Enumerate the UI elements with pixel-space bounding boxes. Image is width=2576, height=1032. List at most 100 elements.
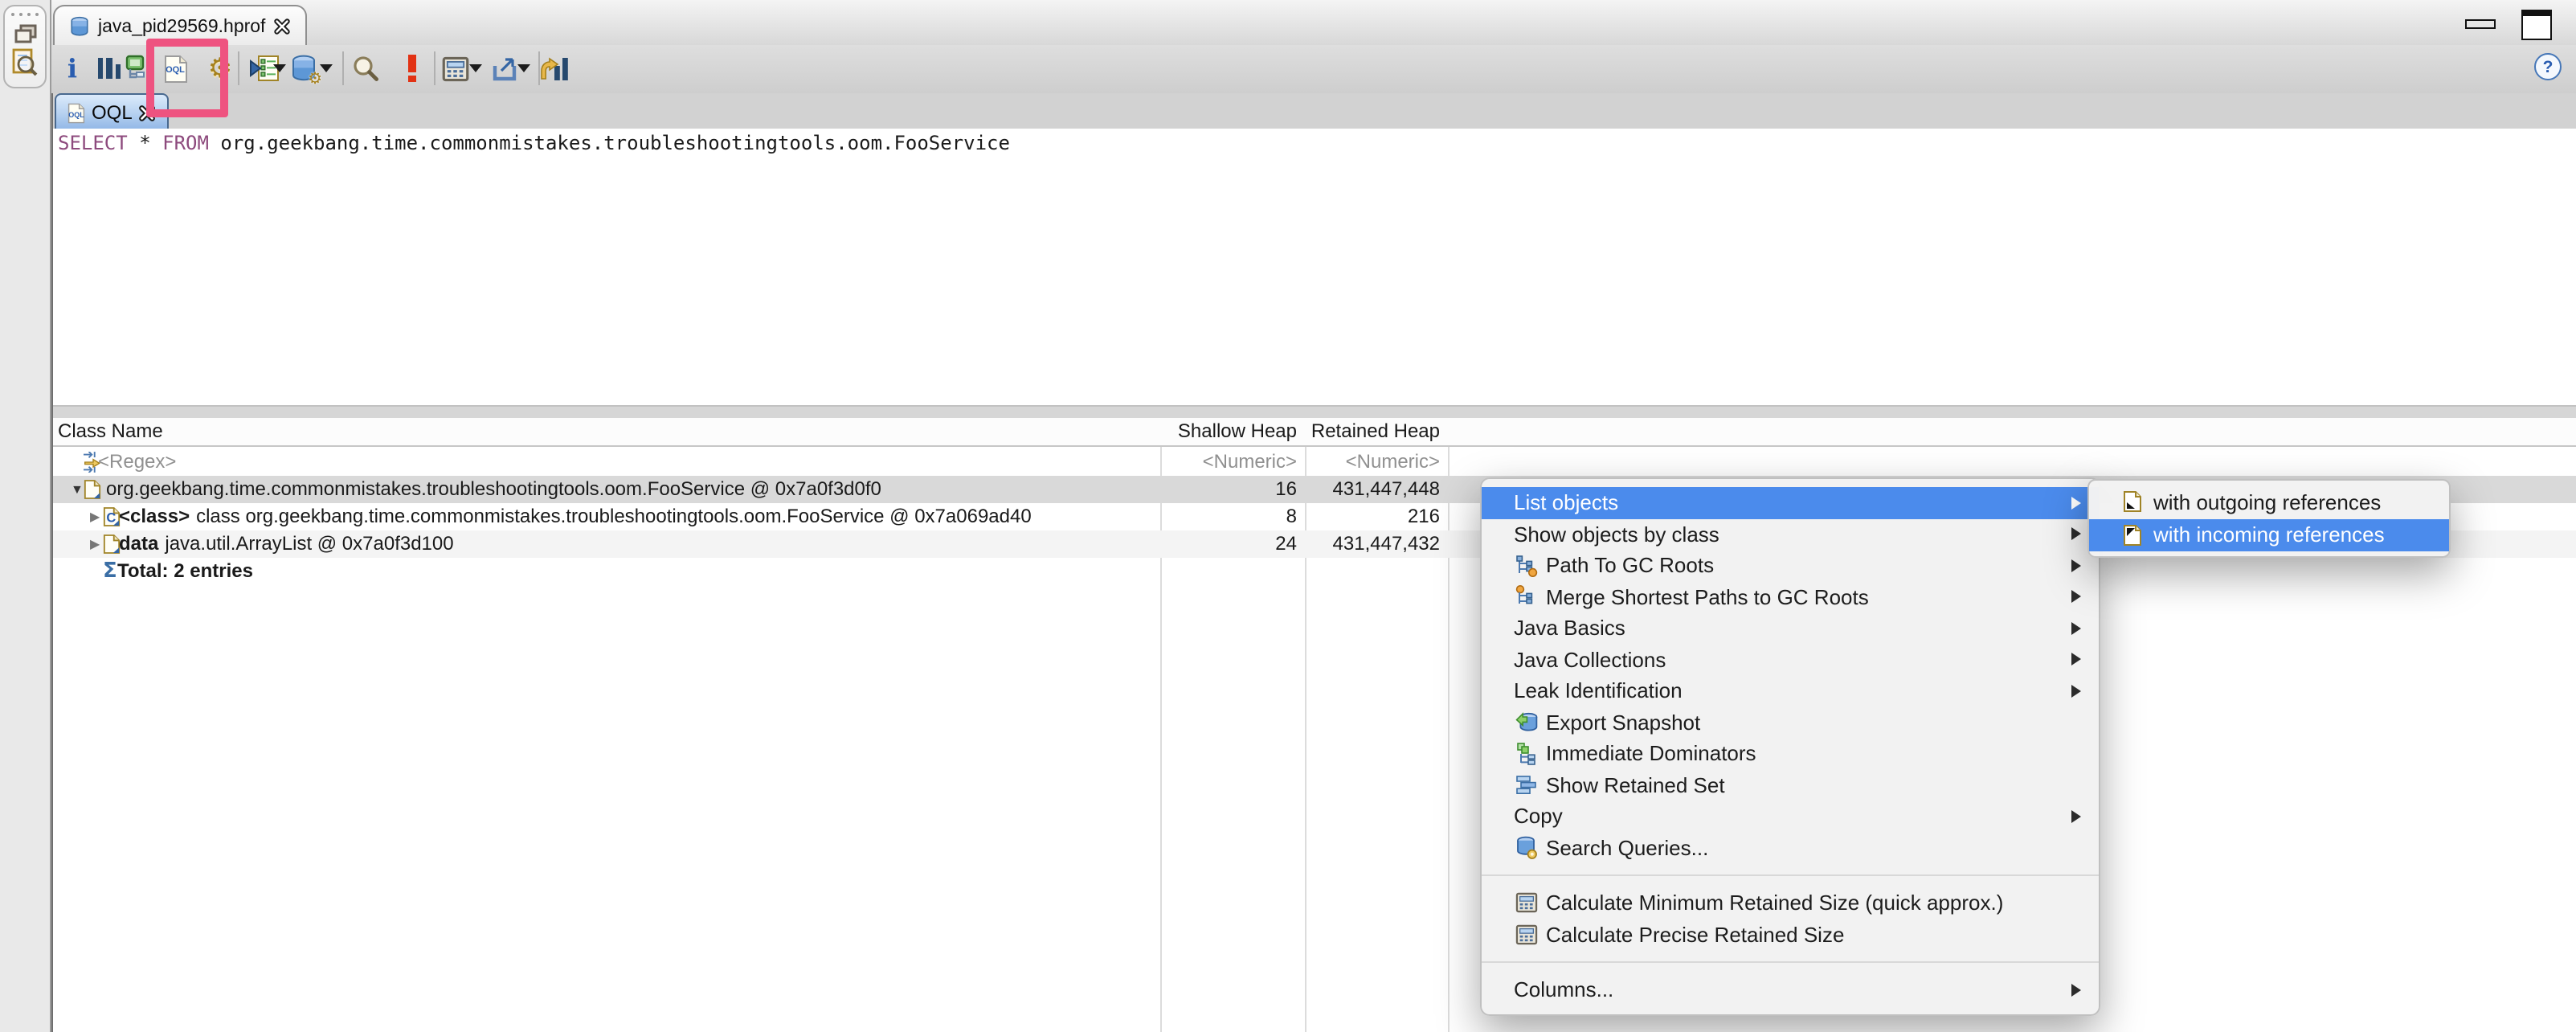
- toolbar-separator: [434, 51, 435, 85]
- search-button[interactable]: [347, 50, 382, 87]
- submenu-arrow-icon: [2071, 527, 2081, 541]
- expand-collapse-icon[interactable]: ▶: [90, 530, 100, 558]
- shallow-heap-value: 24: [1275, 532, 1297, 555]
- menu-item-java-collections[interactable]: Java Collections: [1482, 644, 2099, 675]
- retained-heap-value: 431,447,432: [1332, 532, 1440, 555]
- search-icon: [351, 55, 378, 82]
- query-browser-dropdown-icon[interactable]: [320, 64, 333, 79]
- maximize-button[interactable]: [2521, 10, 2552, 40]
- total-label: Total: 2 entries: [117, 559, 253, 582]
- annotation-highlight-box: [146, 39, 228, 117]
- minimize-button[interactable]: [2465, 19, 2496, 29]
- menu-item-show-retained-set[interactable]: Show Retained Set: [1482, 769, 2099, 801]
- compare-icon: [539, 55, 570, 81]
- menu-item-java-basics[interactable]: Java Basics: [1482, 612, 2099, 644]
- filter-row: <Regex> <Numeric> <Numeric>: [53, 447, 2576, 476]
- context-menu: List objects Show objects by class Path …: [1480, 477, 2100, 1015]
- menu-item-immediate-dominators[interactable]: Immediate Dominators: [1482, 738, 2099, 769]
- sum-icon: Σ: [103, 559, 117, 584]
- submenu-arrow-icon: [2071, 621, 2081, 635]
- calculator-icon: [441, 55, 468, 81]
- submenu-arrow-icon: [2071, 590, 2081, 604]
- column-header-class-name[interactable]: Class Name: [53, 418, 1160, 445]
- heap-dump-overview-button[interactable]: i: [55, 50, 90, 87]
- submenu-arrow-icon: [2071, 496, 2081, 510]
- shallow-heap-filter-input[interactable]: <Numeric>: [1160, 447, 1305, 476]
- menu-item-calculate-precise-retained-size[interactable]: Calculate Precise Retained Size: [1482, 919, 2099, 950]
- object-instance-icon: [103, 530, 121, 558]
- shallow-heap-value: 16: [1275, 477, 1297, 500]
- mat-window: java_pid29569.hprof i OQL ⚙ ⚙ ? OQL OQL …: [0, 0, 2576, 1032]
- submenu-arrow-icon: [2071, 559, 2081, 572]
- toolbar-separator: [342, 51, 344, 85]
- expand-collapse-icon[interactable]: ▶: [90, 503, 100, 530]
- column-header-shallow-heap[interactable]: Shallow Heap: [1160, 418, 1305, 445]
- list-objects-submenu: with outgoing references with incoming r…: [2087, 479, 2451, 558]
- expand-collapse-icon[interactable]: ▼: [71, 476, 84, 503]
- retained-heap-filter-input[interactable]: <Numeric>: [1305, 447, 1448, 476]
- inspector-view-button[interactable]: [5, 48, 45, 79]
- oql-editor: SELECT * FROM org.geekbang.time.commonmi…: [51, 129, 2576, 1032]
- export-snapshot-icon: [1514, 711, 1539, 734]
- menu-item-export-snapshot[interactable]: Export Snapshot: [1482, 706, 2099, 738]
- run-report-dropdown-icon[interactable]: [273, 64, 286, 79]
- query-star: *: [139, 132, 151, 154]
- keyword-select: SELECT: [58, 132, 128, 154]
- merge-gc-roots-icon: [1514, 585, 1539, 608]
- calculator-icon: [1514, 893, 1539, 914]
- oql-view-tab-bar: OQL OQL: [51, 93, 2576, 130]
- menu-item-copy[interactable]: Copy: [1482, 801, 2099, 832]
- error-log-button[interactable]: [394, 50, 429, 87]
- class-icon: C: [103, 503, 121, 530]
- shallow-heap-value: 8: [1286, 505, 1297, 527]
- calculator-icon: [1514, 924, 1539, 945]
- incoming-references-icon: [2121, 524, 2144, 547]
- editor-tab-bar: java_pid29569.hprof: [51, 0, 2576, 47]
- immediate-dominators-icon: [1514, 742, 1539, 765]
- menu-separator: [1482, 961, 2099, 963]
- row-label: data java.util.ArrayList @ 0x7a0f3d100: [119, 532, 454, 555]
- inspector-icon: [11, 48, 39, 79]
- restore-view-button[interactable]: [5, 24, 45, 43]
- menu-item-path-to-gc-roots[interactable]: Path To GC Roots: [1482, 550, 2099, 581]
- export-icon: [490, 55, 519, 82]
- calculate-retained-size-button[interactable]: [437, 50, 472, 87]
- tab-label: java_pid29569.hprof: [98, 17, 266, 36]
- oql-doc-icon: OQL: [67, 102, 85, 123]
- restore-icon: [14, 24, 36, 43]
- help-icon: ?: [2542, 57, 2554, 76]
- menu-item-search-queries[interactable]: Search Queries...: [1482, 832, 2099, 863]
- toolbar: i OQL ⚙ ⚙ ?: [51, 45, 2576, 95]
- export-dropdown-icon[interactable]: [517, 64, 530, 79]
- menu-item-merge-shortest-paths[interactable]: Merge Shortest Paths to GC Roots: [1482, 581, 2099, 612]
- drag-handle-icon[interactable]: [5, 13, 45, 16]
- histogram-icon: [97, 58, 121, 79]
- oql-query-pane[interactable]: SELECT * FROM org.geekbang.time.commonmi…: [53, 129, 2576, 405]
- menu-item-show-objects-by-class[interactable]: Show objects by class: [1482, 518, 2099, 550]
- tab-close-icon[interactable]: [273, 18, 291, 35]
- keyword-from: FROM: [162, 132, 209, 154]
- search-queries-icon: [1514, 836, 1539, 860]
- help-button[interactable]: ?: [2534, 53, 2562, 80]
- submenu-arrow-icon: [2071, 809, 2081, 823]
- menu-item-columns[interactable]: Columns...: [1482, 974, 2099, 1005]
- submenu-item-with-outgoing-references[interactable]: with outgoing references: [2089, 485, 2449, 518]
- object-instance-icon: [84, 476, 101, 503]
- class-name-filter-input[interactable]: <Regex>: [98, 447, 176, 476]
- retained-heap-value: 431,447,448: [1332, 477, 1440, 500]
- menu-item-calculate-minimum-retained-size[interactable]: Calculate Minimum Retained Size (quick a…: [1482, 887, 2099, 919]
- oql-query-text: SELECT * FROM org.geekbang.time.commonmi…: [53, 129, 2576, 154]
- query-target-class: org.geekbang.time.commonmistakes.trouble…: [220, 132, 1010, 154]
- column-header-retained-heap[interactable]: Retained Heap: [1305, 418, 1448, 445]
- row-label: org.geekbang.time.commonmistakes.trouble…: [106, 477, 881, 500]
- submenu-arrow-icon: [2071, 684, 2081, 698]
- menu-item-leak-identification[interactable]: Leak Identification: [1482, 675, 2099, 706]
- table-row-total: Σ Total: 2 entries: [53, 558, 2576, 585]
- table-header-row: Class Name Shallow Heap Retained Heap: [53, 418, 2576, 447]
- menu-item-list-objects[interactable]: List objects: [1482, 487, 2099, 518]
- query-browser-button[interactable]: ⚙: [286, 50, 322, 88]
- retained-heap-value: 216: [1407, 505, 1440, 527]
- compare-to-another-heap-dump-button[interactable]: [537, 50, 572, 87]
- submenu-item-with-incoming-references[interactable]: with incoming references: [2089, 518, 2449, 551]
- calculate-dropdown-icon[interactable]: [469, 64, 482, 79]
